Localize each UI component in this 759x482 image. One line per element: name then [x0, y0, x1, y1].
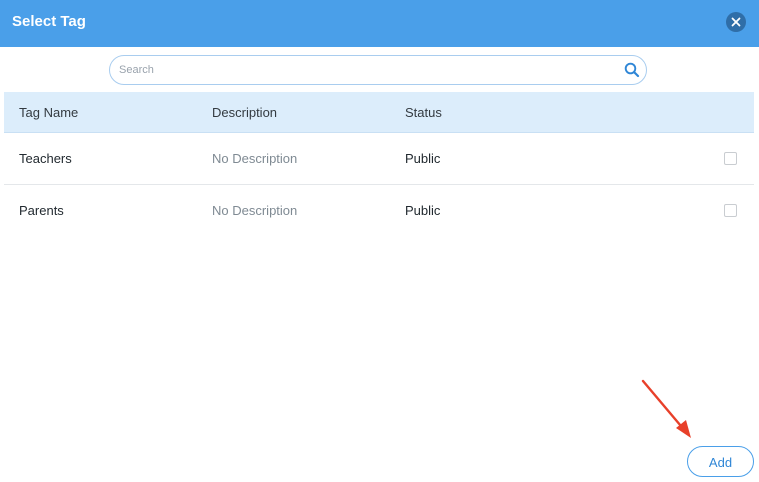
- column-header-tag-name: Tag Name: [19, 105, 79, 120]
- tag-name-cell: Parents: [19, 203, 64, 218]
- close-icon: [731, 17, 741, 27]
- column-header-description: Description: [212, 105, 278, 120]
- description-cell: No Description: [212, 203, 298, 218]
- table-header: Tag Name Description Status: [4, 92, 754, 133]
- table-row[interactable]: Teachers No Description Public: [4, 133, 754, 185]
- table-row[interactable]: Parents No Description Public: [4, 185, 754, 237]
- dialog-header: Select Tag: [0, 0, 759, 47]
- tag-table: Tag Name Description Status Teachers No …: [4, 92, 754, 237]
- status-cell: Public: [405, 203, 441, 218]
- search-box: [109, 55, 647, 85]
- add-button[interactable]: Add: [687, 446, 754, 477]
- select-tag-dialog: Select Tag Tag Name Description Status T…: [0, 0, 759, 482]
- row-checkbox[interactable]: [724, 152, 737, 165]
- search-input[interactable]: [119, 61, 609, 79]
- status-cell: Public: [405, 151, 441, 166]
- annotation-arrow-icon: [641, 379, 691, 438]
- row-checkbox[interactable]: [724, 204, 737, 217]
- description-cell: No Description: [212, 151, 298, 166]
- column-header-status: Status: [405, 105, 442, 120]
- search-icon[interactable]: [624, 62, 640, 78]
- dialog-title: Select Tag: [12, 13, 86, 30]
- close-button[interactable]: [726, 12, 746, 32]
- tag-name-cell: Teachers: [19, 151, 72, 166]
